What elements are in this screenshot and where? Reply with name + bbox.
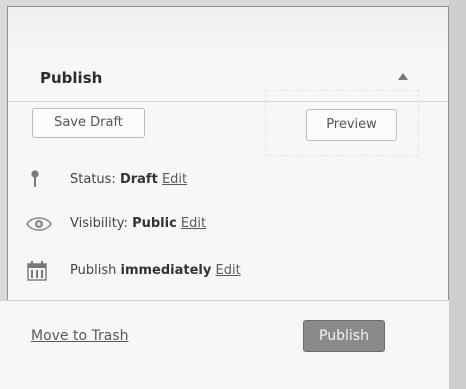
panel-top-strip	[8, 7, 448, 47]
schedule-label: Publish	[70, 263, 117, 278]
publish-button[interactable]: Publish	[303, 320, 385, 352]
schedule-text: Publish immediately Edit	[70, 263, 241, 278]
schedule-edit-link[interactable]: Edit	[216, 263, 241, 278]
panel-title: Publish	[40, 69, 103, 87]
pin-icon	[26, 169, 50, 191]
page-edge-shadow	[449, 0, 466, 389]
status-value: Draft	[119, 172, 158, 187]
visibility-value: Public	[132, 216, 177, 231]
visibility-edit-link[interactable]: Edit	[181, 216, 206, 231]
eye-icon	[26, 213, 52, 235]
move-to-trash-link[interactable]: Move to Trash	[31, 328, 129, 344]
save-draft-button[interactable]: Save Draft	[32, 108, 145, 138]
calendar-icon	[26, 260, 50, 282]
panel-footer	[0, 300, 466, 389]
schedule-value: immediately	[120, 263, 212, 278]
status-edit-link[interactable]: Edit	[162, 172, 187, 187]
status-label: Status:	[70, 172, 116, 187]
preview-button[interactable]: Preview	[306, 109, 397, 141]
visibility-text: Visibility: Public Edit	[70, 216, 206, 231]
status-text: Status: Draft Edit	[70, 172, 187, 187]
visibility-label: Visibility:	[70, 216, 128, 231]
triangle-up-icon[interactable]	[398, 73, 408, 80]
